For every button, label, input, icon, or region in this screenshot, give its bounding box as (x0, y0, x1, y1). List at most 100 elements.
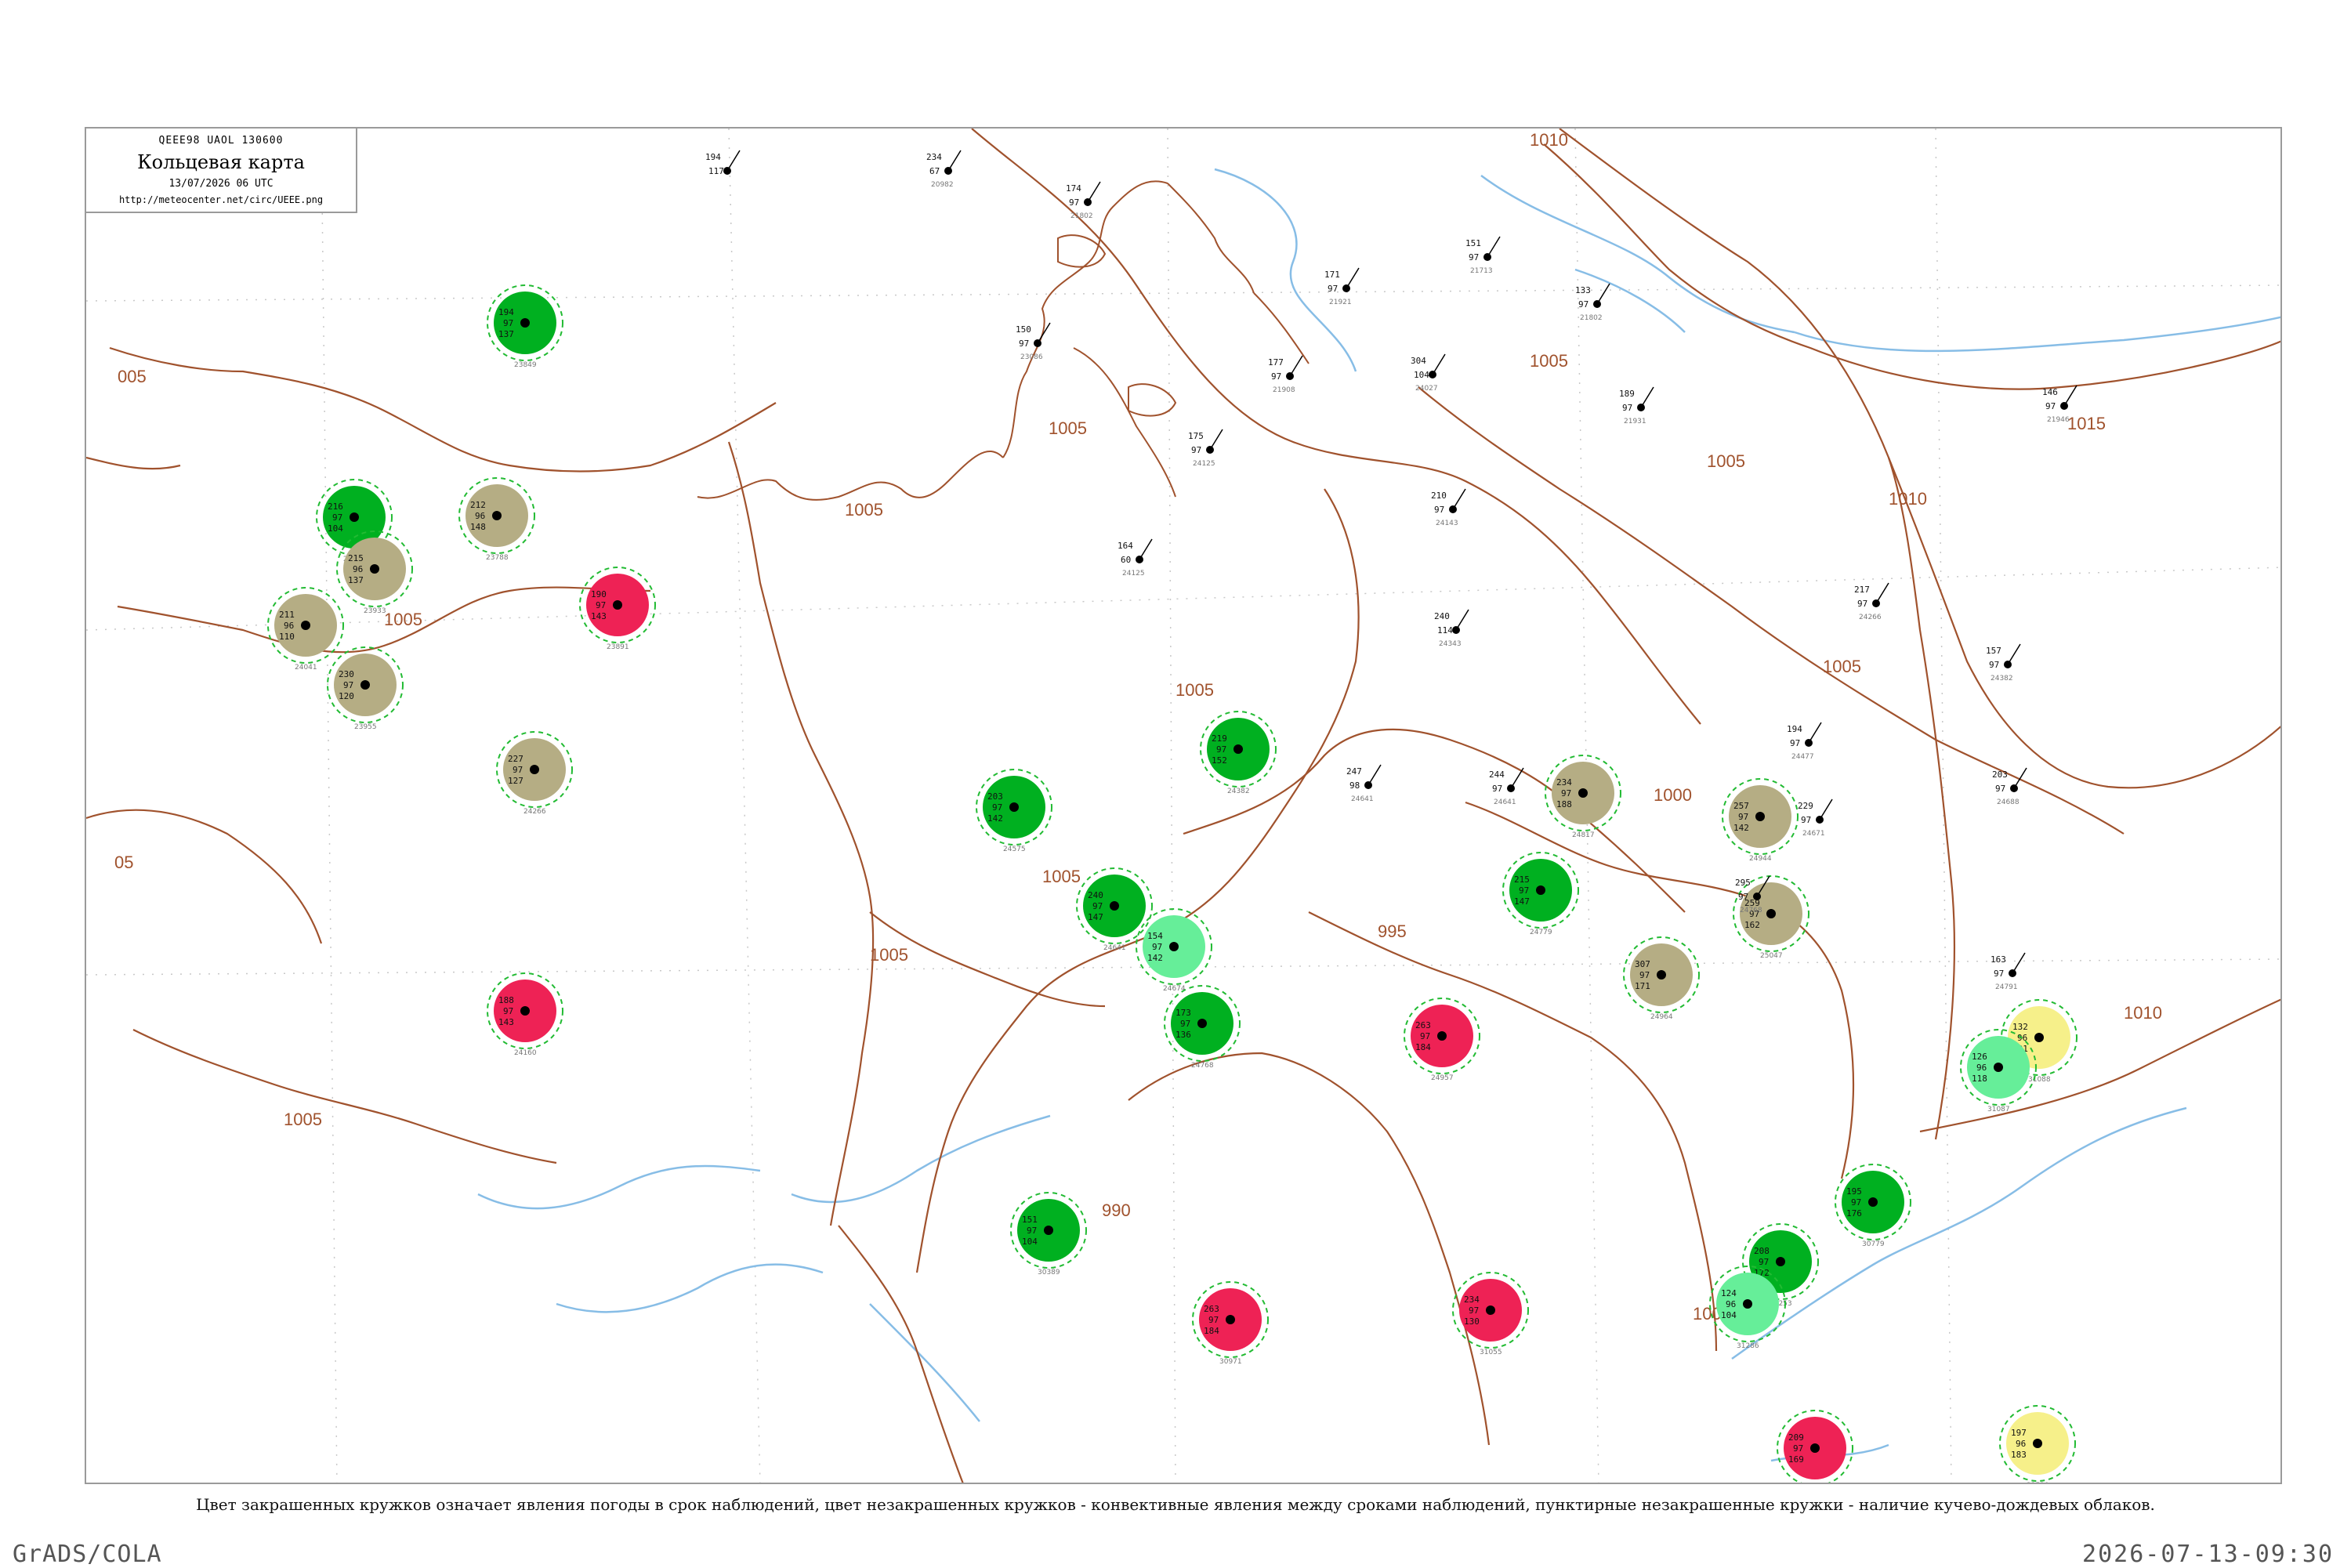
station-marker[interactable]: 23497188 24817 (1545, 755, 1621, 839)
station-temp: 215 (348, 553, 364, 563)
station-temp: 247 (1346, 766, 1362, 777)
map-panel[interactable]: 1010 1005 1005 1005 1005 1005 1005 1015 1010 1005… (85, 127, 2282, 1484)
isobar-label: 1015 (2067, 414, 2106, 433)
station-marker[interactable]: 1549714224674 (1136, 908, 1212, 993)
station-marker[interactable]: 21296148 23788 (458, 477, 535, 562)
station-plain[interactable]: 194117 (705, 150, 741, 176)
isobar-label: 1005 (1707, 451, 1745, 471)
station-temp: 230 (339, 669, 354, 679)
wind-barb (1875, 582, 1889, 604)
station-plain[interactable]: 175 97 24125 (1188, 429, 1223, 468)
station-plain[interactable]: 133 97 21802 (1575, 283, 1610, 322)
station-plain[interactable]: 234 67 20982 (926, 150, 962, 189)
station-id: 20982 (931, 181, 954, 189)
station-marker[interactable]: 19597176 30779 (1835, 1164, 1911, 1248)
station-plain[interactable]: 177 97 21908 (1268, 355, 1303, 394)
station-marker[interactable]: 23497130 31055 (1452, 1272, 1529, 1356)
station-plain[interactable]: 229 97 24671 (1798, 798, 1833, 838)
station-plain[interactable]: 189 97 21931 (1619, 386, 1654, 425)
station-marker[interactable]: 15197104 30389 (1010, 1192, 1087, 1276)
station-marker[interactable]: 19497137 23849 (487, 284, 563, 369)
station-marker[interactable]: 22797127 24266 (496, 731, 573, 816)
station-plain[interactable]: 194 97 24477 (1787, 722, 1822, 761)
station-temp: 197 (2011, 1428, 2027, 1438)
station-temp: 203 (1992, 770, 2008, 780)
station-dew: 97 (1790, 738, 1800, 748)
station-temp: 295 (1735, 878, 1751, 888)
station-plain[interactable]: 150 97 23086 (1016, 322, 1051, 361)
station-marker[interactable]: 2099716931036 (1777, 1410, 1853, 1484)
station-pressure: 137 (348, 575, 364, 585)
station-id: 31055 (1480, 1349, 1502, 1356)
station-plain[interactable]: 163 97 24791 (1991, 952, 2026, 991)
station-plain[interactable]: 244 97 24641 (1489, 767, 1524, 806)
station-id: 23891 (607, 643, 629, 651)
station-dew: 67 (929, 166, 940, 176)
station-marker[interactable]: 20397142 24575 (976, 769, 1052, 853)
station-plain[interactable]: 171 97 21921 (1324, 267, 1360, 306)
station-marker[interactable]: 26397184 24957 (1404, 998, 1480, 1082)
station-dot (301, 621, 310, 630)
station-marker[interactable]: 21997152 24382 (1200, 711, 1277, 795)
station-id: 23955 (354, 723, 377, 731)
station-dot (2033, 1439, 2042, 1448)
station-temp: 154 (1147, 931, 1163, 941)
weather-map[interactable]: 1010 1005 1005 1005 1005 1005 1005 1015 1010 1005… (86, 129, 2282, 1484)
station-marker[interactable]: 26397184 30971 (1192, 1281, 1269, 1366)
station-temp: 216 (328, 502, 343, 512)
station-marker[interactable]: 25797142 24944 (1722, 778, 1799, 863)
isobar-label: 1005 (870, 945, 908, 965)
station-marker[interactable]: 18897143 24160 (487, 972, 563, 1057)
station-marker[interactable]: 19097143 23891 (579, 567, 656, 651)
wind-barb (1455, 609, 1469, 631)
station-temp: 151 (1022, 1215, 1038, 1225)
station-marker[interactable]: 23097120 23955 (327, 646, 404, 731)
station-plain[interactable]: 217 97 24266 (1854, 582, 1889, 621)
wind-barb (1596, 283, 1610, 305)
station-plain[interactable]: 304 104 24027 (1411, 353, 1446, 393)
wind-barb (1808, 722, 1822, 744)
station-dew: 97 (1069, 197, 1079, 208)
station-marker[interactable]: 21597147 24779 (1502, 852, 1579, 936)
station-plain[interactable]: 210 97 24143 (1431, 488, 1466, 527)
station-dew: 97 (1019, 339, 1029, 349)
station-plain[interactable]: 174 97 21802 (1066, 181, 1101, 220)
station-temp: 157 (1986, 646, 2001, 656)
station-id: 30779 (1862, 1240, 1885, 1248)
station-dot (520, 318, 530, 328)
station-id: 24382 (1227, 788, 1250, 795)
station-plain[interactable]: 157 97 24382 (1986, 643, 2021, 683)
station-plain[interactable]: 240 114 24343 (1434, 609, 1469, 648)
isobar-label: 1010 (1889, 489, 1927, 509)
station-marker[interactable]: 30797171 24964 (1623, 936, 1700, 1021)
station-marker[interactable]: 17397136 24768 (1164, 985, 1241, 1070)
graticule (86, 129, 2280, 1483)
station-id: 24641 (1103, 944, 1126, 952)
station-marker[interactable]: 2599716225047 (1733, 875, 1809, 960)
station-plain[interactable]: 247 98 24641 (1346, 764, 1382, 803)
station-marker[interactable]: 21196110 24041 (267, 587, 344, 672)
station-temp: 212 (470, 500, 486, 510)
station-temp: 177 (1268, 357, 1284, 368)
station-dew: 97 (1208, 1315, 1219, 1325)
station-temp: 190 (591, 589, 607, 599)
station-temp: 209 (1788, 1432, 1804, 1443)
map-url[interactable]: http://meteocenter.net/circ/UEEE.png (86, 194, 356, 205)
station-plain[interactable]: 164 60 24125 (1118, 538, 1153, 578)
station-temp: 132 (2012, 1022, 2028, 1032)
station-temp: 174 (1066, 183, 1081, 194)
station-dew: 97 (1851, 1197, 1861, 1208)
station-pressure: 147 (1514, 896, 1530, 907)
station-temp: 194 (705, 152, 721, 162)
station-pressure: 143 (591, 611, 607, 621)
isobar-label: 1010 (2124, 1003, 2162, 1023)
station-dew: 97 (1639, 970, 1650, 980)
station-dot (1233, 744, 1243, 754)
station-pressure: 127 (508, 776, 523, 786)
station-temp: 175 (1188, 431, 1204, 441)
station-dot (360, 680, 370, 690)
station-plain[interactable]: 151 97 21713 (1465, 236, 1501, 275)
station-id: 24266 (523, 808, 546, 816)
isobar-label: 1005 (284, 1110, 322, 1129)
station-marker[interactable]: 19796183 31510 (1999, 1405, 2076, 1484)
